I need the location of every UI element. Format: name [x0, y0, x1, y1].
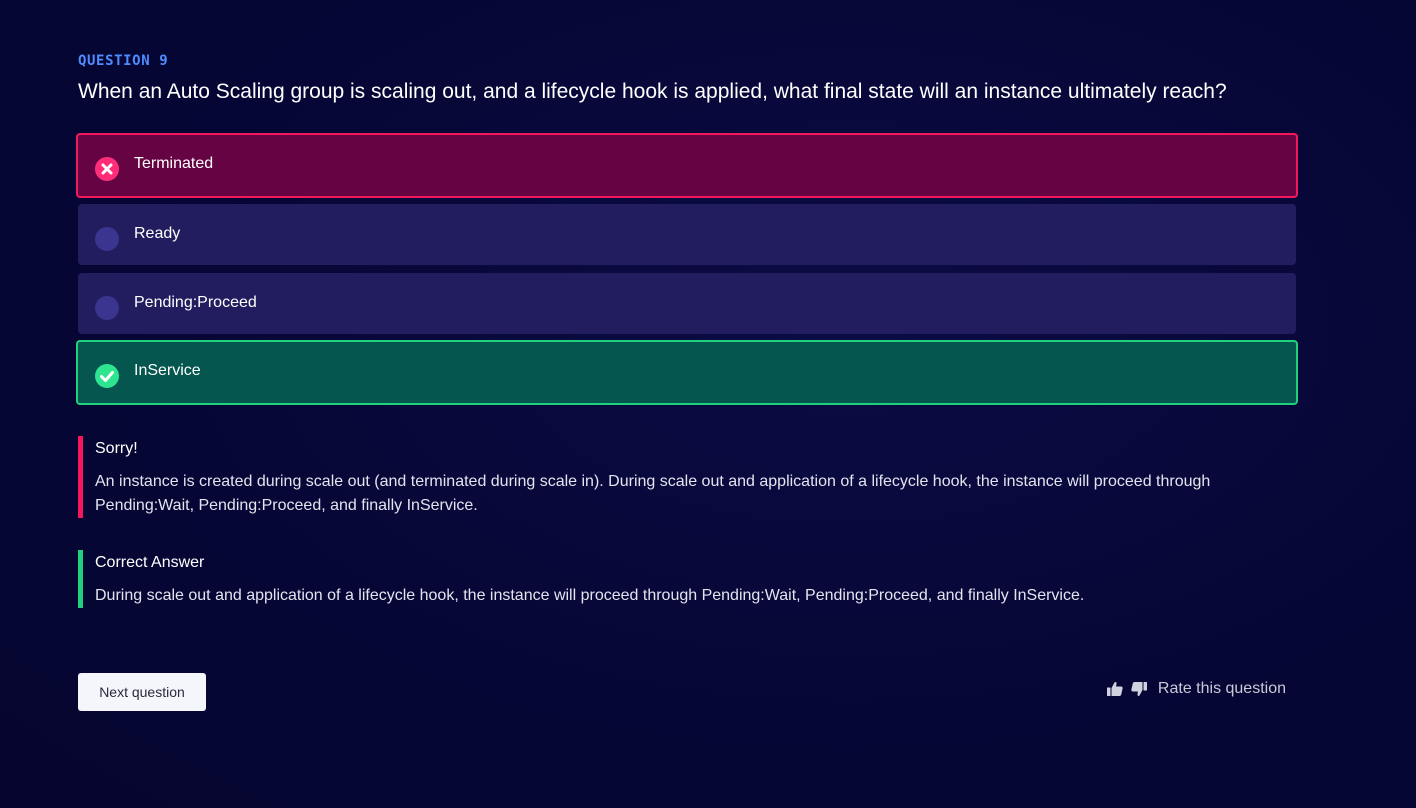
answer-option-inservice[interactable]: InService [76, 340, 1298, 405]
next-question-button[interactable]: Next question [78, 673, 206, 711]
radio-icon [95, 227, 119, 251]
question-text: When an Auto Scaling group is scaling ou… [78, 80, 1227, 103]
incorrect-accent-bar [78, 436, 83, 518]
incorrect-feedback-title: Sorry! [95, 440, 138, 457]
incorrect-feedback-body: An instance is created during scale out … [95, 473, 1211, 514]
answer-option-label: InService [134, 362, 201, 379]
correct-answer-feedback: Correct Answer During scale out and appl… [78, 550, 1278, 608]
answer-option-pending-proceed[interactable]: Pending:Proceed [78, 273, 1296, 334]
rate-question-label[interactable]: Rate this question [1158, 680, 1286, 698]
correct-accent-bar [78, 550, 83, 608]
answer-option-label: Pending:Proceed [134, 294, 257, 311]
correct-answer-title: Correct Answer [95, 554, 205, 571]
x-circle-icon [95, 157, 119, 181]
thumbs-up-icon[interactable] [1106, 680, 1124, 698]
answer-option-label: Ready [134, 225, 181, 242]
incorrect-feedback: Sorry! An instance is created during sca… [78, 436, 1278, 518]
radio-icon [95, 296, 119, 320]
rate-question: Rate this question [1106, 680, 1286, 698]
correct-answer-body: During scale out and application of a li… [95, 587, 1085, 604]
question-number: QUESTION 9 [78, 53, 169, 69]
answer-option-terminated[interactable]: Terminated [76, 133, 1298, 198]
answer-option-ready[interactable]: Ready [78, 204, 1296, 265]
thumbs-down-icon[interactable] [1130, 680, 1148, 698]
check-circle-icon [95, 364, 119, 388]
answer-option-label: Terminated [134, 155, 214, 172]
